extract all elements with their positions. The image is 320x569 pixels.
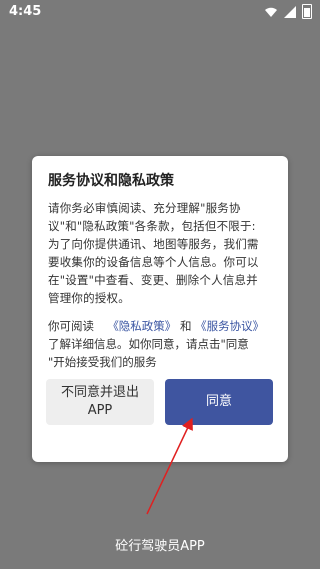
read-prefix: 你可阅读: [48, 319, 94, 333]
battery-icon: [302, 4, 312, 19]
app-name-label: 砼行驾驶员APP: [115, 539, 205, 554]
paragraph-line: 议"和"隐私政策"各条款，包括但不限于:: [48, 219, 256, 233]
paragraph-line: 请你务必审慎阅读、充分理解"服务协: [48, 201, 241, 215]
dialog-paragraph-2: 你可阅读 《隐私政策》 和 《服务协议》 了解详细信息。如你同意，请点击"同意 …: [48, 317, 272, 371]
paragraph-line: 你可阅读 《隐私政策》 和 《服务协议》: [48, 317, 272, 335]
agree-button-label: 同意: [205, 394, 232, 409]
paragraph-line: 在"设置"中查看、变更、删除个人信息并: [48, 273, 258, 287]
dialog-title: 服务协议和隐私政策: [48, 173, 174, 189]
paragraph-line: "开始接受我们的服务: [48, 355, 157, 369]
signal-icon: [284, 5, 296, 18]
paragraph-line: 要收集你的设备信息等个人信息。你可以: [48, 255, 259, 269]
paragraph-line: 管理你的授权。: [48, 291, 130, 305]
dialog-paragraph-1: 请你务必审慎阅读、充分理解"服务协 议"和"隐私政策"各条款，包括但不限于: 为…: [48, 199, 272, 307]
status-icons: [264, 4, 312, 19]
disagree-exit-button[interactable]: 不同意并退出 APP: [46, 379, 154, 425]
privacy-dialog: 服务协议和隐私政策 请你务必审慎阅读、充分理解"服务协 议"和"隐私政策"各条款…: [32, 156, 288, 462]
status-bar: 4:45: [0, 0, 320, 24]
service-agreement-link[interactable]: 《服务协议》: [195, 319, 264, 333]
agree-button[interactable]: 同意: [165, 379, 273, 425]
privacy-policy-link[interactable]: 《隐私政策》: [107, 319, 176, 333]
status-time: 4:45: [9, 4, 42, 19]
disagree-button-label-line1: 不同意并退出: [60, 385, 139, 400]
paragraph-line: 为了向你提供通讯、地图等服务，我们需: [48, 237, 259, 251]
and-text: 和: [179, 319, 192, 333]
paragraph-line: 了解详细信息。如你同意，请点击"同意: [48, 337, 249, 351]
wifi-icon: [265, 7, 277, 17]
disagree-button-label-line2: APP: [87, 403, 113, 418]
